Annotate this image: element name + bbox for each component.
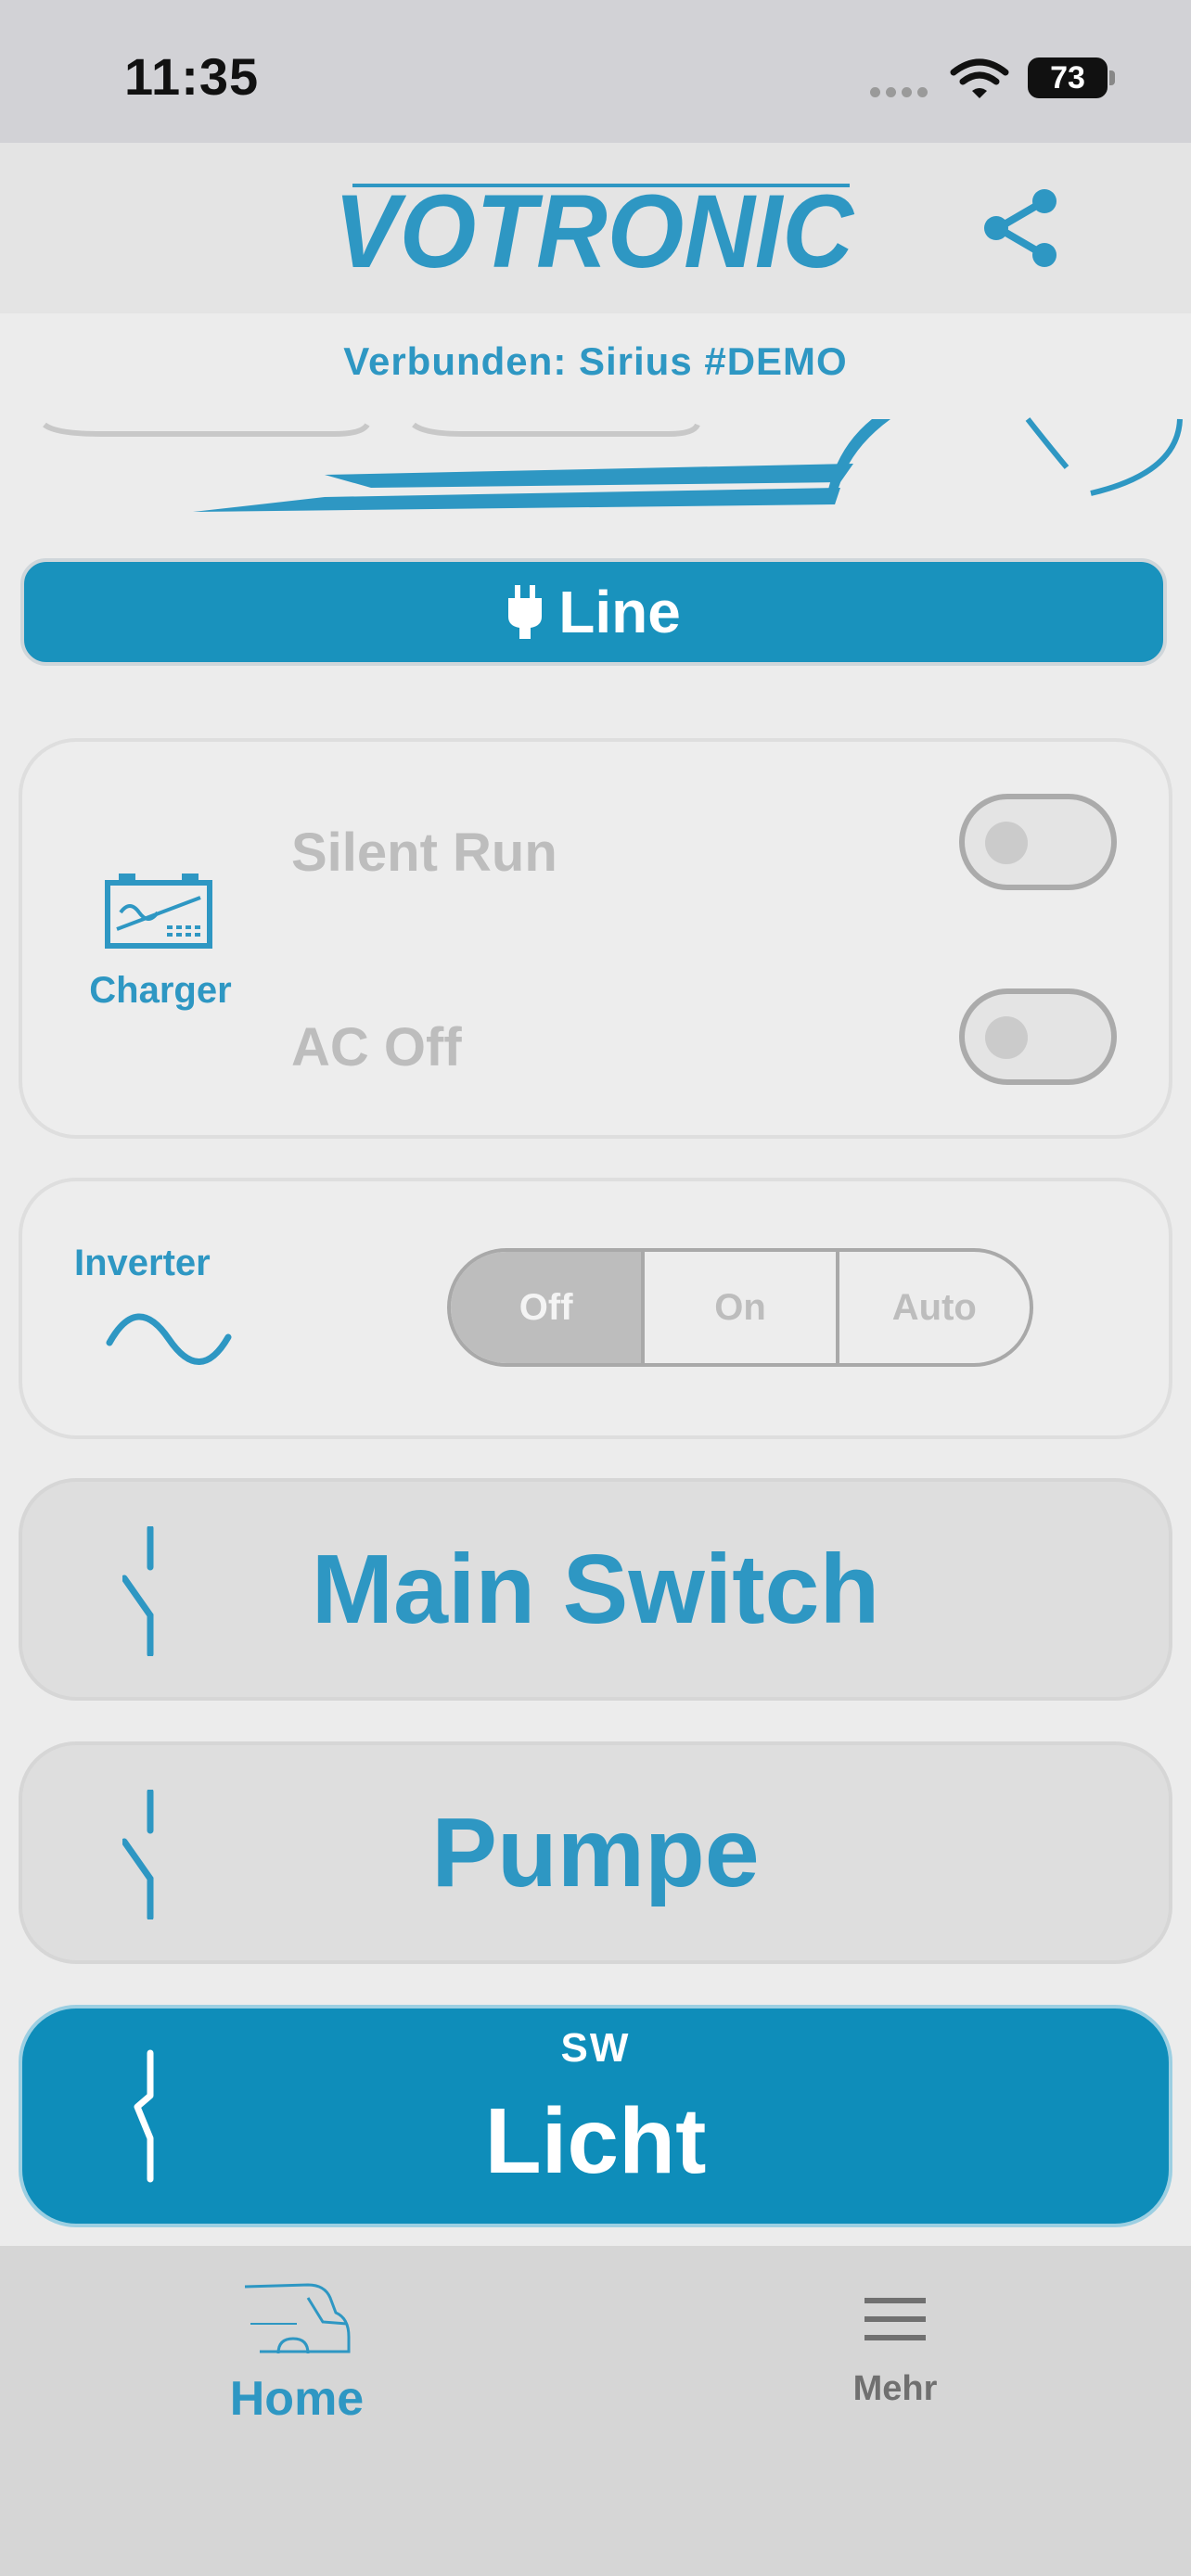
battery-charger-icon: [104, 872, 213, 954]
line-button[interactable]: Line: [20, 558, 1167, 666]
menu-icon: [816, 2296, 974, 2347]
share-icon[interactable]: [983, 189, 1059, 272]
charger-label: Charger: [89, 970, 232, 1011]
connection-status: Verbunden: Sirius #DEMO: [343, 339, 848, 383]
pumpe-label: Pumpe: [431, 1798, 760, 1907]
tab-mehr[interactable]: Mehr: [816, 2296, 974, 2409]
charger-card: Charger Silent Run AC Off: [19, 738, 1172, 1139]
camper-van-graphic: [0, 417, 1191, 524]
tab-home-label: Home: [229, 2372, 365, 2426]
inverter-label: Inverter: [74, 1243, 211, 1283]
inverter-mode-off[interactable]: Off: [451, 1252, 642, 1363]
inverter-mode-on[interactable]: On: [641, 1252, 835, 1363]
battery-icon: 73: [1028, 57, 1108, 98]
wifi-icon: [950, 57, 1009, 105]
votronic-logo: VOTRONIC: [334, 173, 859, 289]
inverter-mode-auto[interactable]: Auto: [835, 1252, 1030, 1363]
ac-off-toggle[interactable]: [959, 988, 1117, 1085]
tab-mehr-label: Mehr: [852, 2369, 938, 2408]
sine-wave-icon: [106, 1306, 232, 1377]
camper-van-icon: [213, 2281, 380, 2364]
licht-label: Licht: [484, 2089, 707, 2193]
silent-run-toggle[interactable]: [959, 794, 1117, 890]
licht-button[interactable]: SW Licht: [19, 2005, 1172, 2227]
battery-tip: [1109, 70, 1115, 85]
ac-off-label: AC Off: [291, 1017, 462, 1078]
status-time: 11:35: [124, 47, 260, 106]
inverter-mode-selector: Off On Auto: [447, 1248, 1033, 1367]
pumpe-button[interactable]: Pumpe: [19, 1741, 1172, 1964]
main-switch-label: Main Switch: [311, 1535, 880, 1644]
silent-run-label: Silent Run: [291, 823, 557, 883]
svg-text:VOTRONIC: VOTRONIC: [334, 182, 855, 276]
toggle-knob: [985, 822, 1028, 864]
plug-icon: [508, 585, 543, 639]
licht-sublabel: SW: [560, 2025, 631, 2071]
main-switch-button[interactable]: Main Switch: [19, 1478, 1172, 1701]
cellular-signal-icon: [870, 85, 933, 102]
toggle-knob: [985, 1016, 1028, 1059]
tab-home[interactable]: Home: [213, 2281, 380, 2427]
line-button-label: Line: [558, 579, 681, 645]
tab-bar: [0, 2246, 1191, 2576]
